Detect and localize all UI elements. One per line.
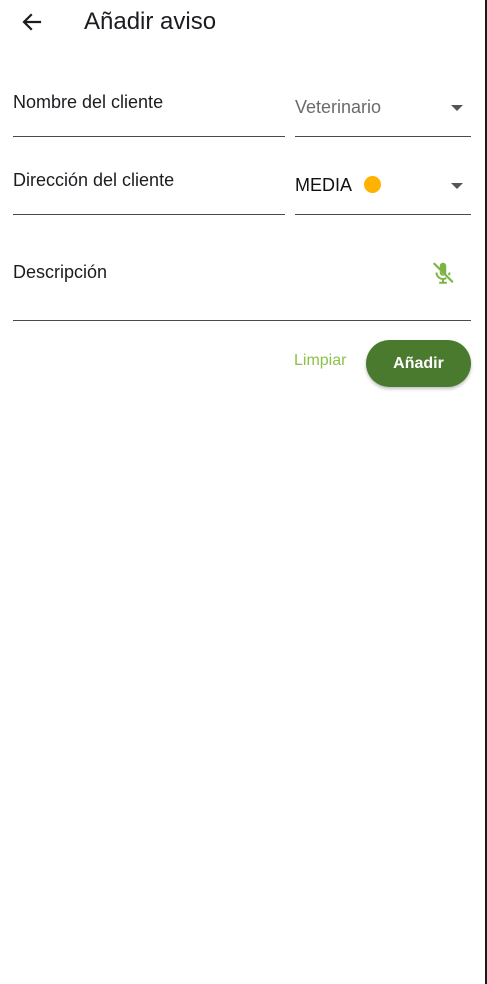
client-name-underline — [13, 136, 285, 137]
back-button[interactable] — [18, 8, 46, 36]
client-name-field[interactable]: Nombre del cliente — [13, 80, 285, 137]
description-field[interactable]: Descripción — [13, 236, 471, 321]
app-bar: Añadir aviso — [0, 0, 485, 44]
add-button[interactable]: Añadir — [366, 340, 471, 387]
priority-dropdown[interactable]: MEDIA — [295, 158, 471, 215]
client-address-label: Dirección del cliente — [13, 170, 175, 190]
priority-underline — [295, 214, 471, 215]
voice-input-button[interactable] — [430, 260, 456, 286]
chevron-down-icon — [451, 183, 463, 189]
client-address-underline — [13, 214, 285, 215]
priority-indicator-dot — [364, 175, 382, 193]
chevron-down-icon — [451, 105, 463, 111]
client-type-value: Veterinario — [295, 97, 382, 117]
description-label: Descripción — [13, 262, 108, 282]
arrow-back-icon — [22, 13, 42, 31]
client-type-underline — [295, 136, 471, 137]
client-name-label: Nombre del cliente — [13, 92, 164, 112]
page-title: Añadir aviso — [84, 8, 217, 35]
priority-value-wrap: MEDIA — [295, 175, 382, 196]
client-type-dropdown[interactable]: Veterinario — [295, 80, 471, 137]
mic-off-icon — [433, 262, 454, 284]
description-underline — [13, 320, 471, 321]
client-address-field[interactable]: Dirección del cliente — [13, 158, 285, 215]
clear-button[interactable]: Limpiar — [294, 352, 346, 370]
priority-value: MEDIA — [295, 175, 353, 195]
